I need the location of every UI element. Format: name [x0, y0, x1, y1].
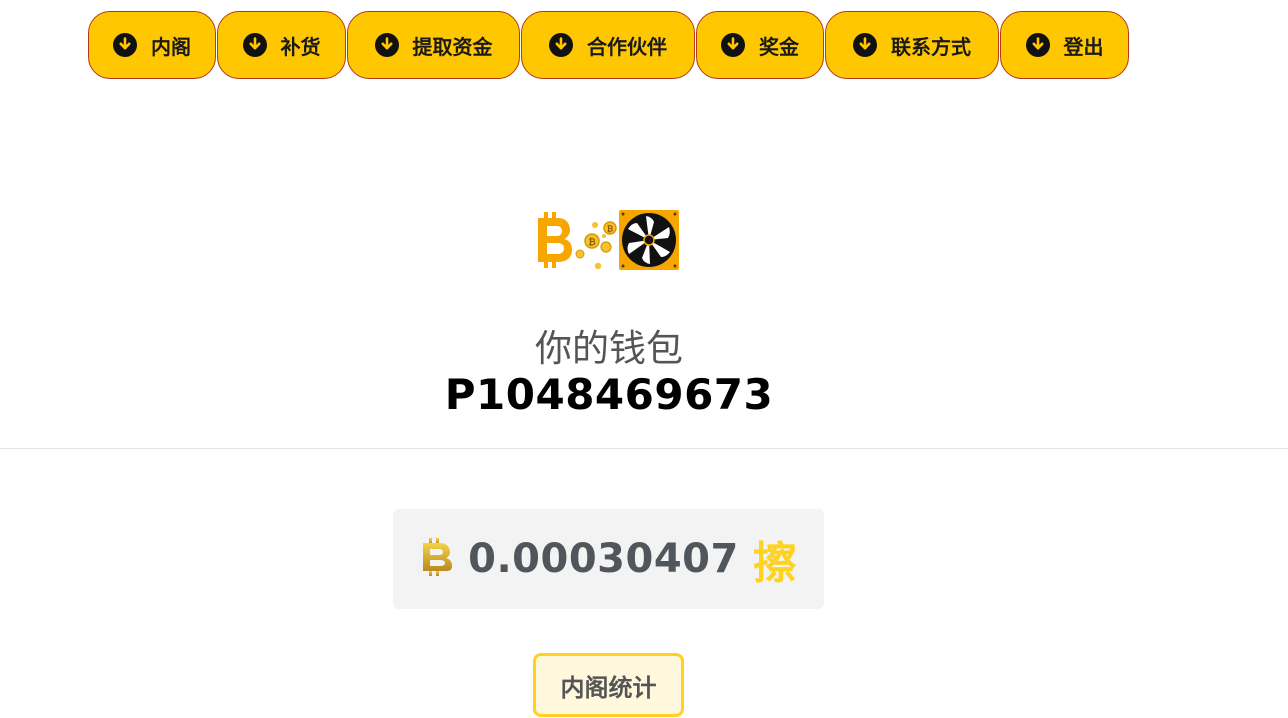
nav-bonus-label: 奖金: [759, 34, 799, 59]
bitcoin-icon: [420, 537, 454, 581]
arrow-down-circle-icon: [721, 33, 745, 57]
nav-contacts-button[interactable]: 联系方式: [825, 11, 999, 79]
arrow-down-circle-icon: [113, 33, 137, 57]
arrow-down-circle-icon: [242, 33, 267, 57]
nav-logout-button[interactable]: 登出: [1000, 11, 1129, 79]
nav-restock-button[interactable]: 补货: [217, 11, 346, 79]
balance-amount: 0.00030407: [468, 536, 739, 582]
mining-fan-icon: [619, 210, 679, 270]
nav-partners-button[interactable]: 合作伙伴: [521, 11, 695, 79]
arrow-down-circle-icon: [1025, 33, 1050, 57]
balance-box: 0.00030407 擦: [393, 509, 824, 609]
balance-unit: 擦: [752, 538, 797, 589]
nav-cabinet-label: 内阁: [151, 34, 191, 59]
svg-text:₿: ₿: [588, 237, 595, 248]
nav-logout-label: 登出: [1063, 34, 1104, 59]
svg-text:₿: ₿: [607, 225, 614, 234]
nav-cabinet-button[interactable]: 内阁: [88, 11, 216, 79]
nav-contacts-label: 联系方式: [891, 34, 971, 59]
arrow-down-circle-icon: [853, 33, 877, 57]
page: 内阁 补货 提取资金 合作伙伴 奖金 联系方式 登出 ₿ ₿ 你的钱包 P104…: [0, 0, 1288, 718]
nav-bonus-button[interactable]: 奖金: [696, 11, 824, 79]
nav-withdraw-label: 提取资金: [412, 34, 493, 59]
small-coins-icon: ₿ ₿: [575, 221, 617, 270]
arrow-down-circle-icon: [549, 33, 573, 57]
wallet-id: P1048469673: [444, 370, 774, 419]
nav-withdraw-button[interactable]: 提取资金: [347, 11, 520, 79]
cabinet-stats-button[interactable]: 内阁统计: [533, 653, 684, 717]
wallet-label: 你的钱包: [535, 327, 683, 370]
nav-restock-label: 补货: [280, 34, 321, 59]
top-nav: 内阁 补货 提取资金 合作伙伴 奖金 联系方式 登出: [88, 11, 1129, 79]
mining-logo: ₿ ₿: [534, 208, 682, 272]
arrow-down-circle-icon: [374, 33, 399, 57]
divider: [0, 448, 1288, 449]
nav-partners-label: 合作伙伴: [587, 34, 667, 59]
bitcoin-logo-icon: [538, 212, 572, 268]
